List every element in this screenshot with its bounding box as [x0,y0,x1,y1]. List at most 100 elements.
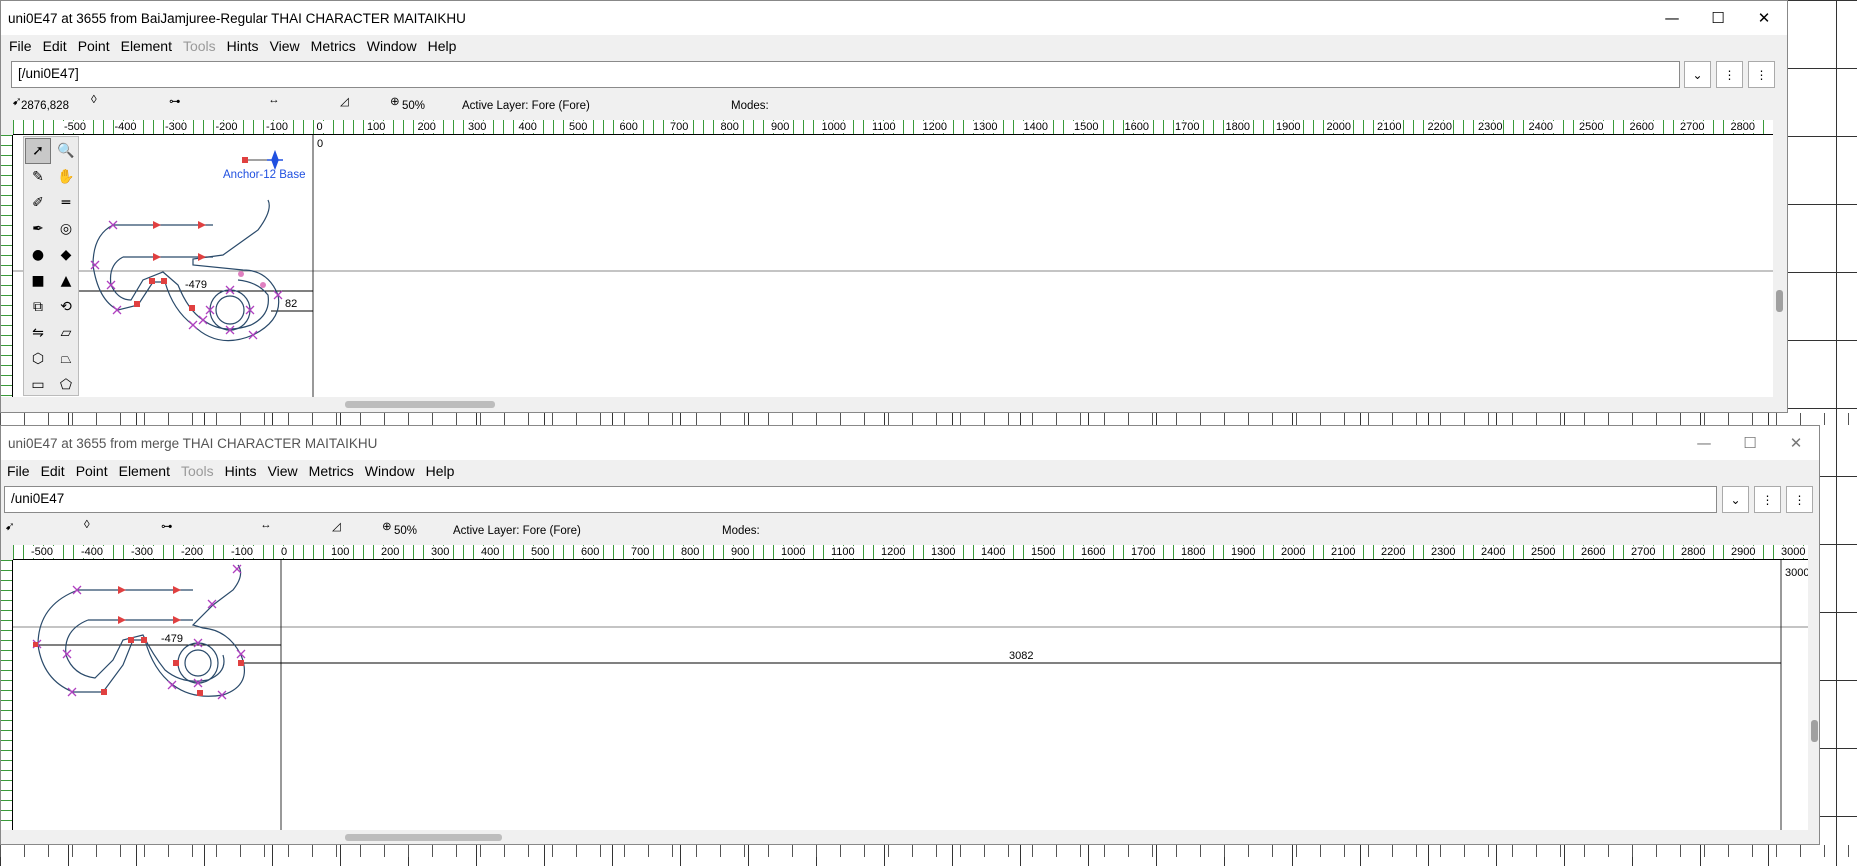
ruler-tick-label: 1100 [871,121,897,133]
pen-tool-icon[interactable]: ✒ [25,216,51,242]
polygon-tool-icon[interactable]: ⬠ [53,372,79,398]
vertical-scrollbar[interactable] [1773,120,1785,397]
menu-help[interactable]: Help [426,463,455,479]
scroll-thumb[interactable] [1811,720,1818,742]
titlebar[interactable]: uni0E47 at 3655 from BaiJamjuree-Regular… [1,1,1787,35]
info-bar: ➹ 2876,828 ◊ ⊶ ↔ ◿ ⊕ 50% Active Layer: F… [1,91,1787,112]
ruler-tick-label: 2100 [1376,121,1403,133]
ruler-tick-label: 1400 [980,546,1007,558]
rotate-tool-icon[interactable]: ⟲ [53,294,79,320]
skew-tool-icon[interactable]: ▱ [53,320,79,346]
scroll-thumb[interactable] [345,834,502,841]
vertical-scrollbar[interactable] [1808,545,1819,830]
dim-left-label: -479 [185,279,207,291]
zoom-icon: ⊕ [390,96,400,108]
hand-tool-icon[interactable]: ✋ [53,164,79,190]
ruler-tick-label: 1200 [921,121,948,133]
menu-help[interactable]: Help [428,38,457,54]
glyph-name-field[interactable]: /uni0E47 [4,486,1717,513]
menu-view[interactable]: View [268,463,298,479]
vertical-ruler [1,560,13,830]
menu-metrics[interactable]: Metrics [311,38,356,54]
minimize-button[interactable]: — [1681,426,1727,460]
pointer-tool-icon[interactable]: ➚ [25,138,51,164]
hv-curve-icon[interactable]: ◆ [53,242,79,268]
glyph-canvas[interactable]: -479 3082 3000 [13,560,1808,830]
menu-view[interactable]: View [270,38,300,54]
more-icon[interactable]: ⋮ [1748,61,1775,88]
ruler-tick-label: 2300 [1430,546,1457,558]
ruler-tick-label: 2400 [1480,546,1507,558]
horizontal-ruler: -500 -400 -300 -200 -100 0 100 200 300 400 500 600 7… [13,120,1773,135]
menu-hints[interactable]: Hints [225,463,257,479]
menu-edit[interactable]: Edit [41,463,65,479]
close-button[interactable]: ✕ [1741,1,1787,35]
menu-hints[interactable]: Hints [227,38,259,54]
corner-point-icon[interactable]: ■ [25,268,51,294]
chevron-down-icon[interactable]: ⌄ [1684,61,1711,88]
menu-edit[interactable]: Edit [43,38,67,54]
pencil-tool-icon[interactable]: ✎ [25,164,51,190]
horizontal-scrollbar[interactable] [13,397,1773,411]
info-bar: ➹ ◊ ⊶ ↔ ◿ ⊕ 50% Active Layer: Fore (Fore… [1,516,1819,537]
minimize-button[interactable]: — [1649,1,1695,35]
3d-rotate-icon[interactable]: ⬡ [25,346,51,372]
ruler-tick-label: 1000 [820,121,847,133]
ruler-tick-label: 2200 [1380,546,1407,558]
ruler-tick-label: 2500 [1578,121,1605,133]
tangent-icon: ⊶ [169,96,181,108]
menu-window[interactable]: Window [365,463,415,479]
menu-file[interactable]: File [9,38,32,54]
font-view-strip [0,845,1857,857]
ruler-tick-label: 700 [630,546,651,558]
perspective-icon[interactable]: ⏢ [53,346,79,372]
scroll-thumb[interactable] [345,401,495,408]
vertical-ruler [1,135,13,397]
glyph-name-field[interactable]: [/uni0E47] [11,61,1680,88]
ruler-tick-label: 2600 [1628,121,1655,133]
spiro-tool-icon[interactable]: ◎ [53,216,79,242]
ruler-tick-label: -500 [30,546,55,558]
maximize-button[interactable]: ☐ [1695,1,1741,35]
ruler-tick-label: 1800 [1224,121,1251,133]
menu-metrics[interactable]: Metrics [309,463,354,479]
close-button[interactable]: ✕ [1773,426,1819,460]
menu-point[interactable]: Point [78,38,110,54]
maximize-button[interactable]: ☐ [1727,426,1773,460]
rectangle-tool-icon[interactable]: ▭ [25,372,51,398]
menu-element[interactable]: Element [119,463,170,479]
glyph-name-bar: /uni0E47 ⌄ ⋮ ⋮ [1,482,1819,516]
horizontal-scrollbar[interactable] [13,830,1808,844]
more-icon[interactable]: ⋮ [1754,486,1781,513]
menu-file[interactable]: File [7,463,30,479]
glyph-name-bar: [/uni0E47] ⌄ ⋮ ⋮ [1,57,1787,91]
ruler-tick-label: -300 [164,121,189,133]
ruler-tick-label: 0 [280,546,289,558]
scale-tool-icon[interactable]: ⧉ [25,294,51,320]
curve-point-icon[interactable]: ● [25,242,51,268]
menu-window[interactable]: Window [367,38,417,54]
knife-tool-icon[interactable]: ✐ [25,190,51,216]
ruler-tick-label: 700 [669,121,690,133]
tangent-point-icon[interactable]: ▲ [53,268,79,294]
ruler-tick-label: 100 [330,546,351,558]
dim-width-label: 3082 [1009,650,1033,662]
ruler-tick-label: 1800 [1180,546,1207,558]
zoom-level: 50% [402,100,426,112]
more-icon[interactable]: ⋮ [1786,486,1813,513]
advance-width-label: 3000 [1785,567,1808,579]
titlebar[interactable]: uni0E47 at 3655 from merge THAI CHARACTE… [1,426,1819,460]
ruler-tick-label: 500 [568,121,589,133]
more-icon[interactable]: ⋮ [1716,61,1743,88]
ruler-tick-label: -300 [130,546,155,558]
chevron-down-icon[interactable]: ⌄ [1722,486,1749,513]
ruler-tool-icon[interactable]: ═ [53,190,79,216]
flip-tool-icon[interactable]: ⇋ [25,320,51,346]
menu-element[interactable]: Element [121,38,172,54]
ruler-tick-label: 100 [366,121,387,133]
scroll-thumb[interactable] [1776,290,1783,312]
menu-point[interactable]: Point [76,463,108,479]
magnify-tool-icon[interactable]: 🔍 [53,138,79,164]
glyph-canvas[interactable]: Anchor-12 Base 0 -479 82 [13,135,1773,397]
tool-palette: ➚ 🔍 ✎ ✋ ✐ ═ ✒ ◎ ● ◆ ■ ▲ ⧉ ⟲ ⇋ ▱ ⬡ ⏢ ▭ ⬠ [23,136,79,396]
